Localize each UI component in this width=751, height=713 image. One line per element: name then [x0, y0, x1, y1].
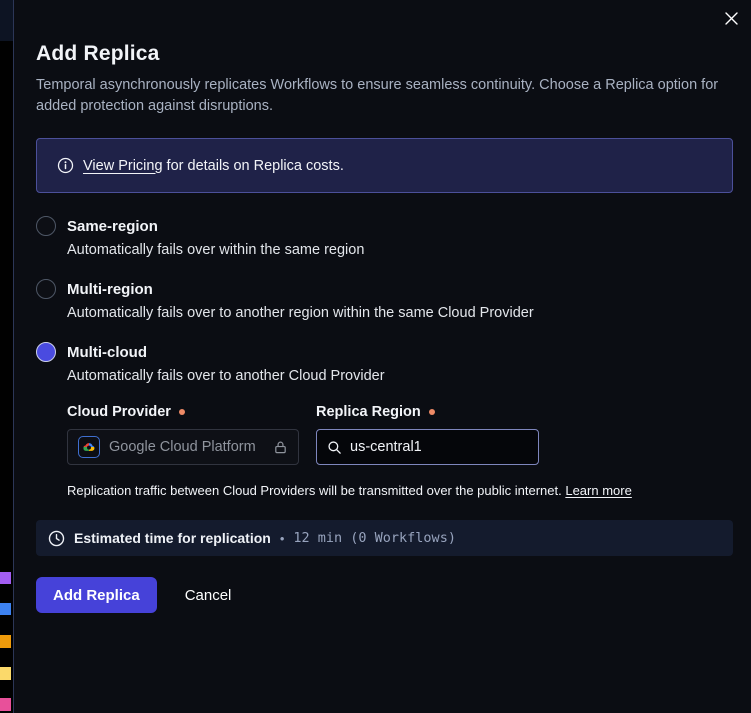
background-page-edge	[0, 0, 14, 713]
namespace-color-square	[0, 698, 11, 711]
namespace-color-square	[0, 572, 11, 584]
namespace-color-square	[0, 603, 11, 615]
option-same-region: Same-region Automatically fails over wit…	[36, 216, 733, 258]
radio-multi-region[interactable]	[36, 279, 56, 299]
option-multi-region-label: Multi-region	[67, 281, 153, 298]
radio-same-region[interactable]	[36, 216, 56, 236]
replica-region-combobox[interactable]	[316, 429, 539, 465]
background-header-edge	[0, 0, 13, 41]
add-replica-button[interactable]: Add Replica	[36, 577, 157, 613]
padlock-icon	[273, 440, 288, 455]
option-multi-cloud-description: Automatically fails over to another Clou…	[67, 368, 733, 384]
replica-region-field-group: Replica Region	[316, 404, 539, 465]
view-pricing-link[interactable]: View Pricing	[83, 158, 163, 174]
learn-more-link[interactable]: Learn more	[565, 483, 631, 498]
option-multi-cloud-label: Multi-cloud	[67, 344, 147, 361]
option-same-region-row[interactable]: Same-region	[36, 216, 733, 236]
option-multi-region: Multi-region Automatically fails over to…	[36, 279, 733, 321]
pricing-info-banner: View Pricing for details on Replica cost…	[36, 138, 733, 193]
multi-cloud-settings: Cloud Provider	[67, 404, 733, 498]
public-internet-note: Replication traffic between Cloud Provid…	[67, 483, 733, 498]
namespace-color-square	[0, 635, 11, 648]
option-multi-region-description: Automatically fails over to another regi…	[67, 305, 733, 321]
radio-multi-cloud[interactable]	[36, 342, 56, 362]
option-same-region-label: Same-region	[67, 218, 158, 235]
option-multi-cloud-row[interactable]: Multi-cloud	[36, 342, 733, 362]
option-same-region-description: Automatically fails over within the same…	[67, 242, 733, 258]
option-multi-region-row[interactable]: Multi-region	[36, 279, 733, 299]
modal-title: Add Replica	[36, 42, 733, 66]
cloud-provider-label: Cloud Provider	[67, 404, 299, 420]
close-icon[interactable]	[722, 9, 740, 27]
option-multi-cloud: Multi-cloud Automatically fails over to …	[36, 342, 733, 498]
namespace-color-square	[0, 667, 11, 680]
pricing-banner-text: View Pricing for details on Replica cost…	[83, 158, 344, 174]
estimate-label: Estimated time for replication	[74, 530, 271, 546]
cloud-provider-select: Google Cloud Platform	[67, 429, 299, 465]
magnifier-icon	[327, 440, 342, 455]
modal-actions: Add Replica Cancel	[36, 577, 733, 613]
modal-description: Temporal asynchronously replicates Workf…	[36, 75, 733, 117]
estimate-value: 12 min (0 Workflows)	[293, 530, 456, 546]
replica-region-label: Replica Region	[316, 404, 539, 420]
cloud-provider-value: Google Cloud Platform	[109, 439, 264, 455]
clock-icon	[48, 530, 65, 547]
replication-estimate-banner: Estimated time for replication • 12 min …	[36, 520, 733, 556]
info-circle-icon	[57, 157, 74, 174]
google-cloud-logo-icon	[78, 436, 100, 458]
replica-option-group: Same-region Automatically fails over wit…	[36, 216, 733, 498]
required-dot	[179, 409, 185, 415]
required-dot	[429, 409, 435, 415]
estimate-separator: •	[280, 531, 285, 546]
cloud-provider-field-group: Cloud Provider	[67, 404, 299, 465]
replica-region-input[interactable]	[350, 439, 510, 455]
cancel-button[interactable]: Cancel	[185, 587, 232, 604]
add-replica-modal: Add Replica Temporal asynchronously repl…	[15, 0, 751, 713]
